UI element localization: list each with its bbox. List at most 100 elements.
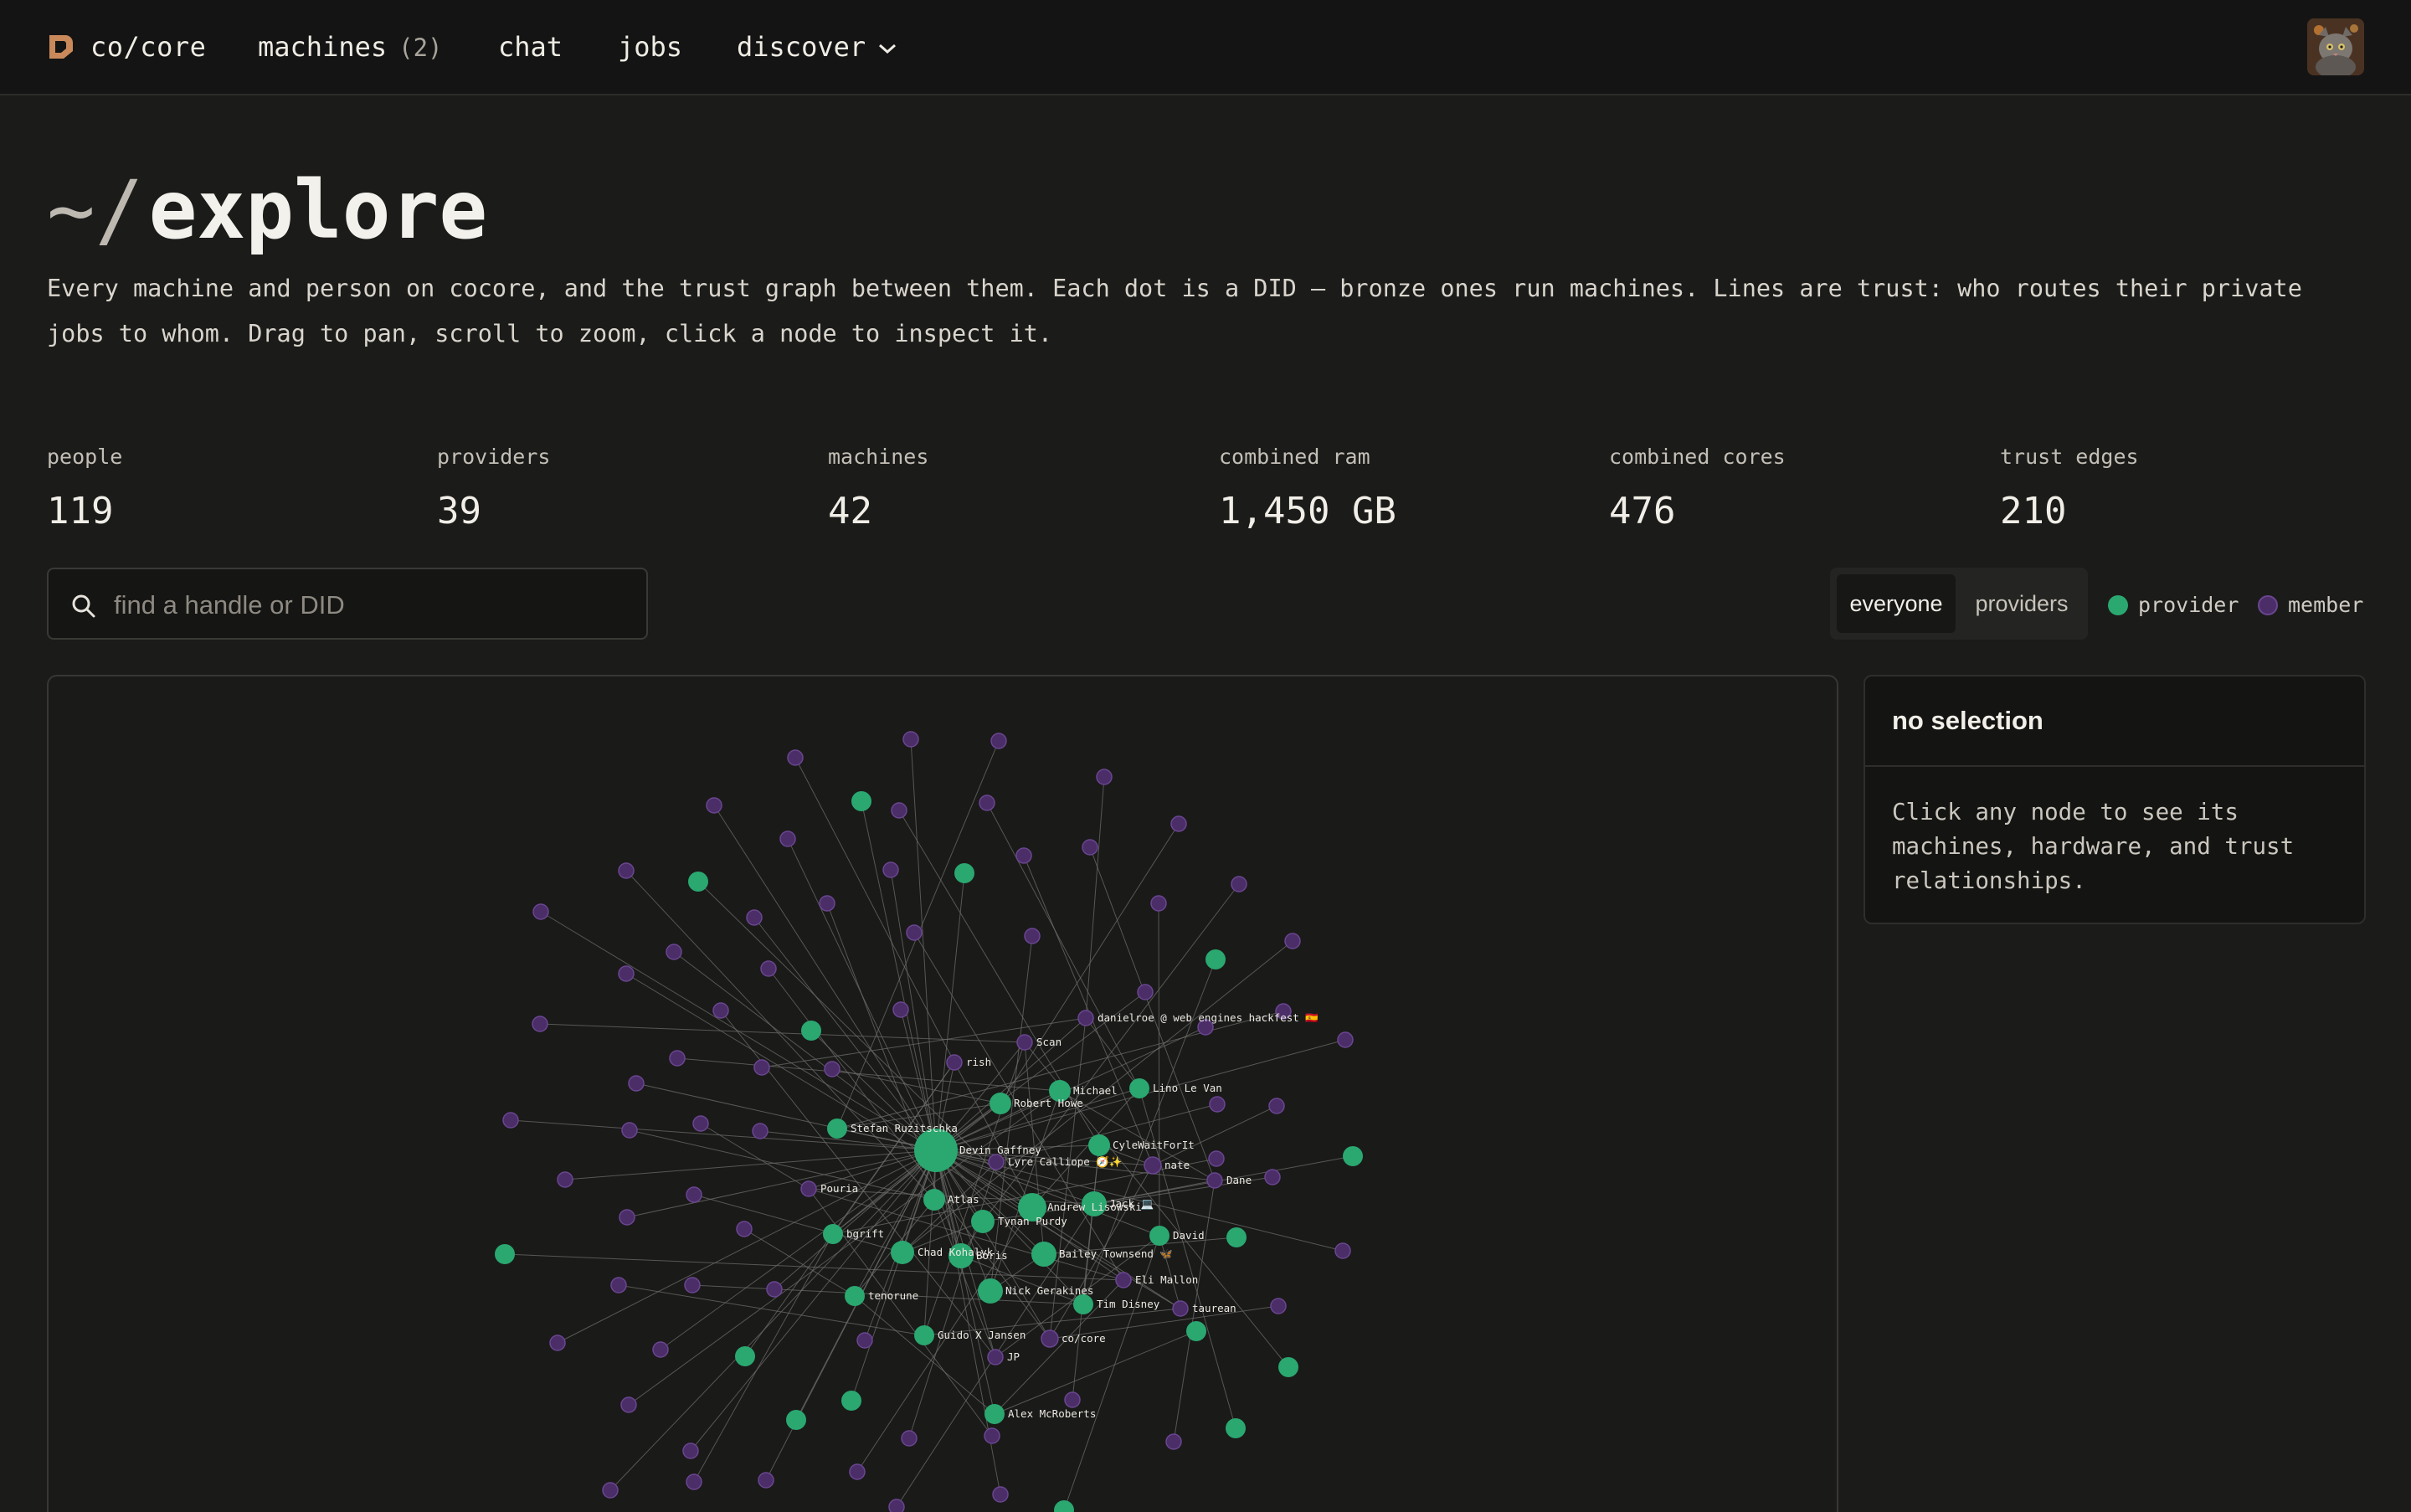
member-node[interactable] <box>984 1427 1000 1444</box>
member-node[interactable] <box>888 1499 905 1512</box>
filter-everyone-button[interactable]: everyone <box>1837 574 1956 633</box>
provider-node[interactable] <box>1031 1242 1056 1267</box>
member-node[interactable] <box>946 1054 963 1071</box>
member-node[interactable] <box>682 1443 699 1459</box>
member-node[interactable] <box>1170 815 1187 832</box>
member-node[interactable] <box>652 1341 669 1358</box>
provider-node[interactable] <box>1073 1294 1093 1314</box>
provider-node[interactable] <box>851 791 871 811</box>
member-node[interactable] <box>619 1209 635 1226</box>
member-node[interactable] <box>800 1180 817 1197</box>
member-node[interactable] <box>979 795 995 811</box>
member-node[interactable] <box>990 733 1007 749</box>
member-node[interactable] <box>758 1472 774 1489</box>
search-input[interactable] <box>112 586 635 625</box>
member-node[interactable] <box>628 1075 645 1092</box>
member-node[interactable] <box>992 1486 1009 1503</box>
provider-node[interactable] <box>801 1021 821 1041</box>
provider-node[interactable] <box>823 1224 843 1244</box>
member-node[interactable] <box>621 1122 638 1139</box>
member-node[interactable] <box>779 831 796 847</box>
member-node[interactable] <box>602 1482 619 1499</box>
nav-discover[interactable]: discover <box>737 28 897 65</box>
provider-node[interactable] <box>841 1391 861 1411</box>
member-node[interactable] <box>557 1171 573 1188</box>
provider-node[interactable] <box>1278 1357 1298 1377</box>
provider-node[interactable] <box>845 1286 865 1306</box>
brand-link[interactable]: co/core <box>47 30 206 64</box>
member-node[interactable] <box>1041 1329 1059 1348</box>
member-node[interactable] <box>532 903 549 920</box>
member-node[interactable] <box>901 1430 918 1447</box>
provider-node[interactable] <box>1226 1418 1246 1438</box>
provider-node[interactable] <box>688 872 708 892</box>
member-node[interactable] <box>824 1061 841 1077</box>
nav-chat[interactable]: chat <box>498 28 563 65</box>
member-node[interactable] <box>787 749 804 766</box>
provider-node[interactable] <box>1149 1226 1170 1246</box>
member-node[interactable] <box>686 1186 702 1203</box>
member-node[interactable] <box>1015 847 1032 864</box>
member-node[interactable] <box>987 1349 1004 1365</box>
member-node[interactable] <box>712 1002 729 1019</box>
provider-node[interactable] <box>1054 1500 1074 1512</box>
provider-node[interactable] <box>971 1210 995 1233</box>
provider-node[interactable] <box>1343 1146 1363 1166</box>
member-node[interactable] <box>906 924 923 941</box>
provider-node[interactable] <box>978 1278 1003 1304</box>
member-node[interactable] <box>1016 1034 1033 1051</box>
member-node[interactable] <box>856 1332 873 1349</box>
provider-node[interactable] <box>990 1093 1011 1114</box>
nav-jobs[interactable]: jobs <box>618 28 682 65</box>
member-node[interactable] <box>1096 769 1113 785</box>
member-node[interactable] <box>1172 1300 1189 1317</box>
member-node[interactable] <box>610 1277 627 1293</box>
member-node[interactable] <box>669 1050 686 1067</box>
member-node[interactable] <box>706 797 722 814</box>
member-node[interactable] <box>620 1396 637 1413</box>
member-node[interactable] <box>891 802 907 819</box>
member-node[interactable] <box>766 1281 783 1298</box>
provider-node[interactable] <box>891 1241 914 1264</box>
member-node[interactable] <box>760 960 777 977</box>
provider-node[interactable] <box>1226 1227 1247 1247</box>
provider-node[interactable] <box>954 863 974 883</box>
member-node[interactable] <box>1144 1156 1162 1175</box>
member-node[interactable] <box>618 965 635 982</box>
member-node[interactable] <box>882 861 899 878</box>
member-node[interactable] <box>549 1335 566 1351</box>
member-node[interactable] <box>1077 1010 1094 1026</box>
provider-node[interactable] <box>1186 1321 1206 1341</box>
provider-node[interactable] <box>984 1404 1005 1424</box>
member-node[interactable] <box>1270 1298 1287 1314</box>
provider-node[interactable] <box>923 1189 945 1211</box>
member-node[interactable] <box>892 1001 909 1018</box>
member-node[interactable] <box>753 1059 770 1076</box>
graph-canvas[interactable]: Devin GaffneyStefan Ruzitschka rish Scan da… <box>49 676 1838 1512</box>
provider-node[interactable] <box>495 1244 515 1264</box>
member-node[interactable] <box>1231 876 1247 892</box>
member-node[interactable] <box>618 862 635 879</box>
member-node[interactable] <box>1024 928 1041 944</box>
member-node[interactable] <box>692 1115 709 1132</box>
member-node[interactable] <box>686 1473 702 1490</box>
nav-machines[interactable]: machines (2) <box>258 28 443 66</box>
provider-node[interactable] <box>914 1129 958 1172</box>
provider-node[interactable] <box>1088 1134 1110 1156</box>
member-node[interactable] <box>1334 1242 1351 1259</box>
member-node[interactable] <box>1284 933 1301 949</box>
member-node[interactable] <box>752 1123 769 1139</box>
member-node[interactable] <box>1165 1433 1182 1450</box>
provider-node[interactable] <box>1129 1078 1149 1098</box>
filter-providers-button[interactable]: providers <box>1961 574 2083 633</box>
trust-graph[interactable]: Devin Gaffney Stefan Ruzitschka rish Scan da… <box>47 675 1838 1512</box>
member-node[interactable] <box>736 1221 753 1237</box>
member-node[interactable] <box>849 1463 866 1480</box>
member-node[interactable] <box>1137 984 1154 1000</box>
member-node[interactable] <box>1082 839 1098 856</box>
provider-node[interactable] <box>914 1325 934 1345</box>
member-node[interactable] <box>666 944 682 960</box>
member-node[interactable] <box>988 1154 1005 1170</box>
provider-node[interactable] <box>786 1410 806 1430</box>
provider-node[interactable] <box>827 1119 847 1139</box>
